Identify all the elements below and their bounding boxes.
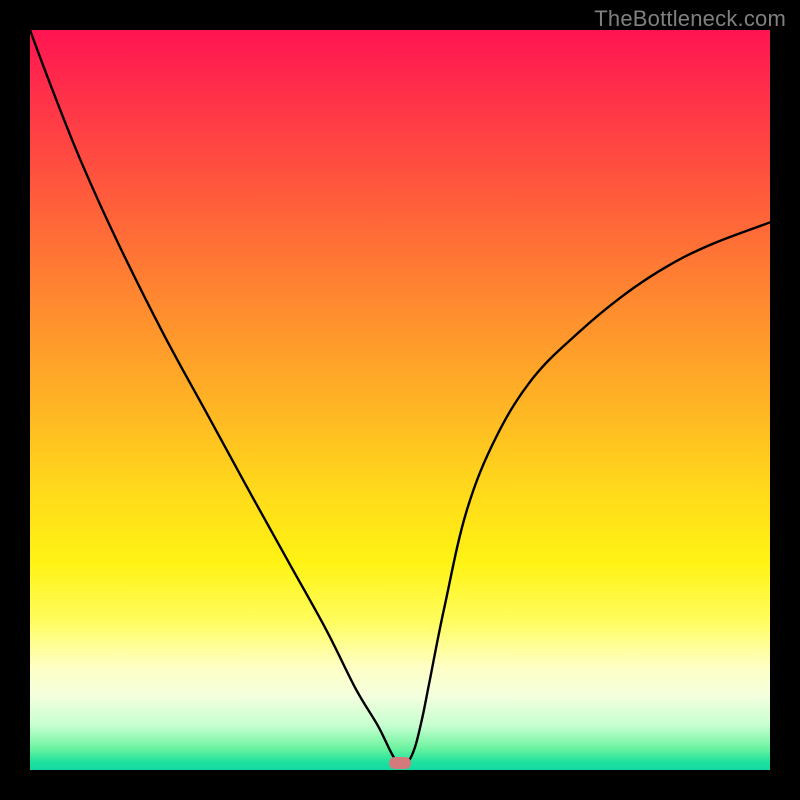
watermark-text: TheBottleneck.com <box>594 6 786 32</box>
chart-plot-area <box>30 30 770 770</box>
chart-curve <box>30 30 770 770</box>
chart-min-marker <box>389 757 411 769</box>
chart-frame: TheBottleneck.com <box>0 0 800 800</box>
